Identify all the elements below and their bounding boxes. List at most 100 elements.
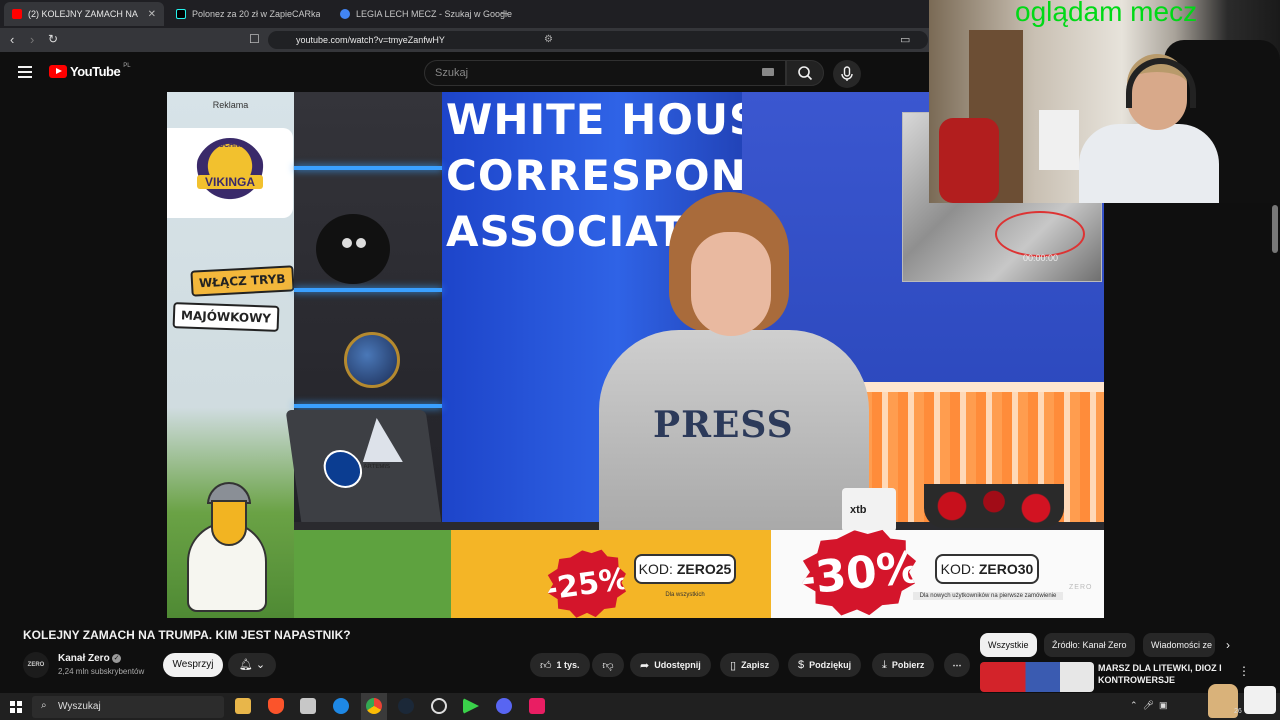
microphone-tray-icon[interactable]: 🎤︎ (1143, 700, 1154, 710)
dislike-button[interactable]: 👎︎ (592, 653, 624, 677)
search-button[interactable] (786, 60, 824, 86)
like-button[interactable]: 👍︎ 1 tys. (530, 653, 590, 677)
channel-watermark: ZERO (1069, 584, 1093, 591)
support-button[interactable]: Wesprzyj (163, 653, 223, 677)
ad-label: Reklama (212, 100, 249, 110)
tab-google[interactable]: LEGIA LECH MECZ - Szukaj w Google (332, 2, 512, 26)
share-button[interactable]: ➦ Udostępnij (630, 653, 711, 677)
share-icon: ➦ (640, 659, 650, 672)
recommended-more-icon[interactable]: ⋮ (1238, 664, 1250, 678)
back-icon[interactable]: ‹ (10, 32, 14, 47)
promo-fine-print-2: Dla nowych użytkowników na pierwsze zamó… (913, 592, 1063, 600)
reload-icon[interactable]: ↻ (48, 32, 58, 46)
forward-icon[interactable]: › (30, 32, 34, 47)
close-tab-icon[interactable]: ✕ (148, 9, 156, 20)
save-button[interactable]: ▯ Zapisz (720, 653, 780, 677)
youtube-favicon-icon (12, 9, 22, 19)
windows-start-icon[interactable] (10, 701, 22, 713)
super-thanks-icon: $ (798, 659, 805, 671)
search-input[interactable]: Szukaj (424, 60, 786, 86)
page-scrollbar[interactable] (1272, 205, 1278, 253)
code-prefix: KOD: (940, 561, 975, 577)
edge-browser-icon[interactable] (333, 698, 349, 714)
webcam-caption: oglądam mecz (1015, 0, 1198, 27)
promo-code-1: KOD: ZERO25 (634, 554, 736, 584)
file-explorer-icon[interactable] (235, 698, 251, 714)
chevron-up-icon[interactable]: ⌃ (1130, 700, 1138, 710)
keyboard-icon[interactable] (762, 68, 774, 76)
channel-name[interactable]: Kanał Zero (58, 653, 110, 664)
cast-icon[interactable]: ▭ (900, 33, 910, 46)
address-bar[interactable]: ⚙ youtube.com/watch?v=tmyeZanfwHY (268, 31, 928, 49)
search-icon (798, 66, 813, 81)
tab-youtube[interactable]: (2) KOLEJNY ZAMACH NA TR ✕ (4, 2, 164, 26)
app-icon[interactable] (300, 698, 316, 714)
site-info-icon[interactable]: ⚙ (544, 31, 553, 49)
save-label: Zapisz (741, 660, 770, 670)
xtb-mug: xtb (842, 488, 896, 532)
notifications-button[interactable]: 🔔︎ ⌄ (228, 653, 276, 677)
tab-label: (2) KOLEJNY ZAMACH NA TR (28, 9, 138, 19)
youtube-play-icon (49, 65, 67, 78)
share-label: Udostępnij (654, 660, 701, 670)
thanks-button[interactable]: $ Podziękuj (788, 653, 862, 677)
discord-icon[interactable] (496, 698, 512, 714)
tray-number: 26 (1234, 708, 1242, 715)
more-actions-button[interactable]: ⋯ (944, 653, 970, 677)
viking-chef-illustration (177, 482, 287, 612)
app-icon-2[interactable] (529, 698, 545, 714)
tab-label: Polonez za 20 zł w ZapieCARkach | T (192, 9, 320, 19)
chevron-right-icon[interactable]: › (1226, 638, 1230, 652)
ad-brand-line2: VIKINGA (197, 175, 263, 189)
download-button[interactable]: ⤓ Pobierz (872, 653, 935, 677)
mug-text: xtb (850, 504, 867, 516)
search-placeholder: Szukaj (435, 67, 469, 79)
network-icon[interactable]: ▣ (1159, 700, 1168, 710)
tab-tiktok[interactable]: Polonez za 20 zł w ZapieCARkach | T (168, 2, 328, 26)
chip-all[interactable]: Wszystkie (980, 633, 1037, 657)
sticker-text: ARTEMIS (363, 464, 391, 470)
webcam-overlay (929, 0, 1280, 203)
download-icon: ⤓ (882, 658, 887, 671)
chrome-browser-icon[interactable] (366, 698, 382, 714)
bookmark-icon: ▯ (730, 659, 737, 672)
tiktok-favicon-icon (176, 9, 186, 19)
steam-icon[interactable] (398, 698, 414, 714)
recommended-title[interactable]: MARSZ DLA LITEWKI, DIOZ I KONTROWERSJE (1098, 662, 1228, 686)
code-value: ZERO25 (676, 561, 732, 577)
presenter: PRESS (599, 192, 869, 530)
google-favicon-icon (340, 9, 350, 19)
artemis-sticker (357, 418, 403, 462)
code-prefix: KOD: (638, 561, 673, 577)
bell-icon: 🔔︎ (238, 659, 253, 671)
obs-icon[interactable] (431, 698, 447, 714)
download-label: Pobierz (891, 660, 925, 670)
candy-bowl (924, 484, 1064, 528)
chip-news[interactable]: Wiadomości ze (1143, 633, 1215, 657)
recommended-thumbnail[interactable] (980, 662, 1094, 692)
video-title: KOLEJNY ZAMACH NA TRUMPA. KIM JEST NAPAS… (23, 628, 351, 642)
voice-search-button[interactable] (833, 60, 861, 88)
chip-source-channel[interactable]: Źródło: Kanał Zero (1044, 633, 1135, 657)
ad-brand-logo: KUCHNIA VIKINGA (167, 128, 293, 218)
brave-browser-icon[interactable] (268, 698, 284, 714)
logo-text: YouTube (70, 64, 121, 79)
screen-line-1: WHITE HOUSE (446, 95, 746, 144)
menu-icon[interactable] (18, 66, 32, 78)
taskbar-search-input[interactable]: Wyszukaj (32, 696, 224, 718)
microphone-icon (841, 66, 853, 81)
like-count: 1 tys. (556, 660, 580, 670)
verified-icon: ✓ (112, 654, 121, 663)
speaker-robot (316, 214, 390, 284)
new-tab-button[interactable]: + (500, 5, 508, 21)
globe-decoration (344, 332, 400, 388)
channel-avatar[interactable]: ZERO (23, 652, 49, 678)
youtube-logo[interactable]: YouTube PL (49, 63, 131, 79)
bookmark-icon[interactable]: ☐ (249, 32, 260, 46)
ad-banner[interactable]: Reklama KUCHNIA VIKINGA WŁĄCZ TRYB MAJÓW… (167, 92, 295, 618)
ad-brand-line1: KUCHNIA (213, 142, 247, 149)
taskbar-search-placeholder: Wyszukaj (58, 701, 101, 712)
thumbs-down-icon: 👎︎ (602, 659, 614, 672)
system-tray[interactable]: ⌃ 🎤︎ ▣ (1130, 700, 1168, 711)
ad-sign-2: MAJÓWKOWY (172, 302, 280, 332)
